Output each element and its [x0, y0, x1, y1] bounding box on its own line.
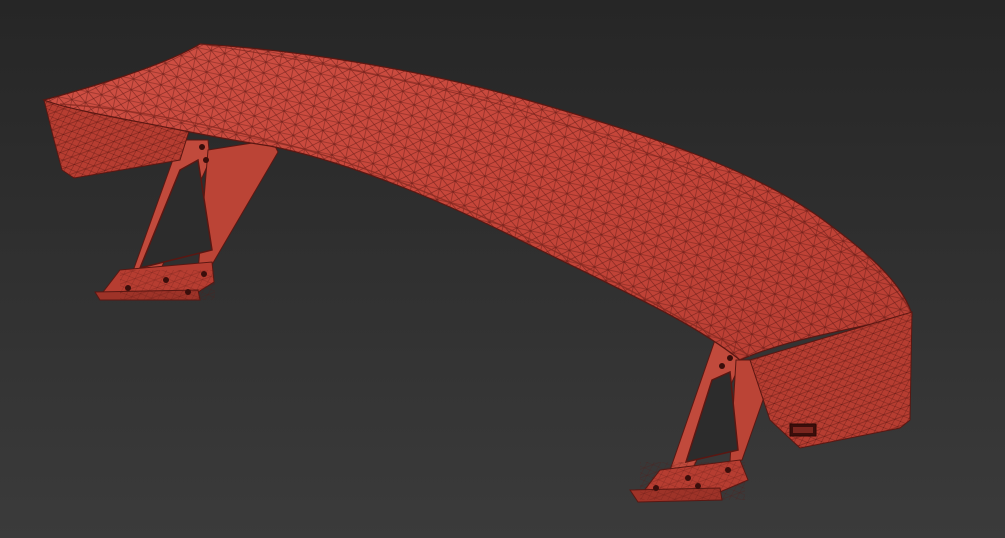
right-strut[interactable] — [629, 334, 771, 503]
3d-viewport[interactable] — [0, 0, 1005, 538]
wing-model-render[interactable] — [0, 0, 1005, 538]
